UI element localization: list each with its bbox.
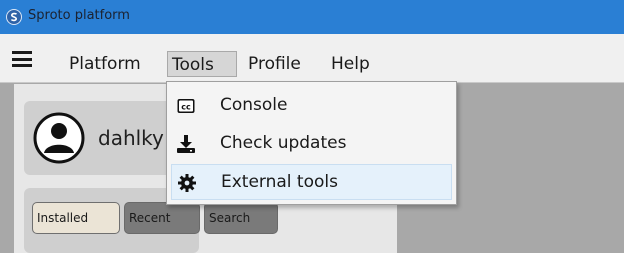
svg-text:cc: cc — [181, 103, 191, 112]
sproto-logo-icon — [6, 9, 22, 25]
tab-installed[interactable]: Installed — [32, 202, 120, 234]
menu-help[interactable]: Help — [327, 51, 374, 77]
title-bar: Sproto platform — [0, 0, 624, 34]
username: dahlky — [98, 126, 164, 150]
dropdown-item-external-tools[interactable]: External tools — [171, 164, 452, 200]
window-title: Sproto platform — [28, 8, 130, 23]
check-updates-label: Check updates — [220, 133, 347, 153]
hamburger-icon[interactable] — [12, 51, 32, 67]
dropdown-item-check-updates[interactable]: Check updates — [171, 126, 452, 162]
tab-recent[interactable]: Recent — [124, 202, 200, 234]
gear-icon — [178, 174, 196, 192]
menu-profile[interactable]: Profile — [244, 51, 305, 77]
closed-captions-icon: cc — [177, 97, 195, 115]
user-avatar-icon — [32, 111, 86, 165]
tab-search[interactable]: Search — [204, 202, 278, 234]
dropdown-item-console[interactable]: cc Console — [171, 88, 452, 124]
tools-dropdown-menu: cc Console Check updates External tools — [166, 81, 457, 205]
menu-tools[interactable]: Tools — [167, 51, 237, 77]
menu-platform[interactable]: Platform — [65, 51, 145, 77]
download-icon — [177, 135, 195, 153]
external-tools-label: External tools — [221, 172, 338, 192]
console-label: Console — [220, 95, 288, 115]
